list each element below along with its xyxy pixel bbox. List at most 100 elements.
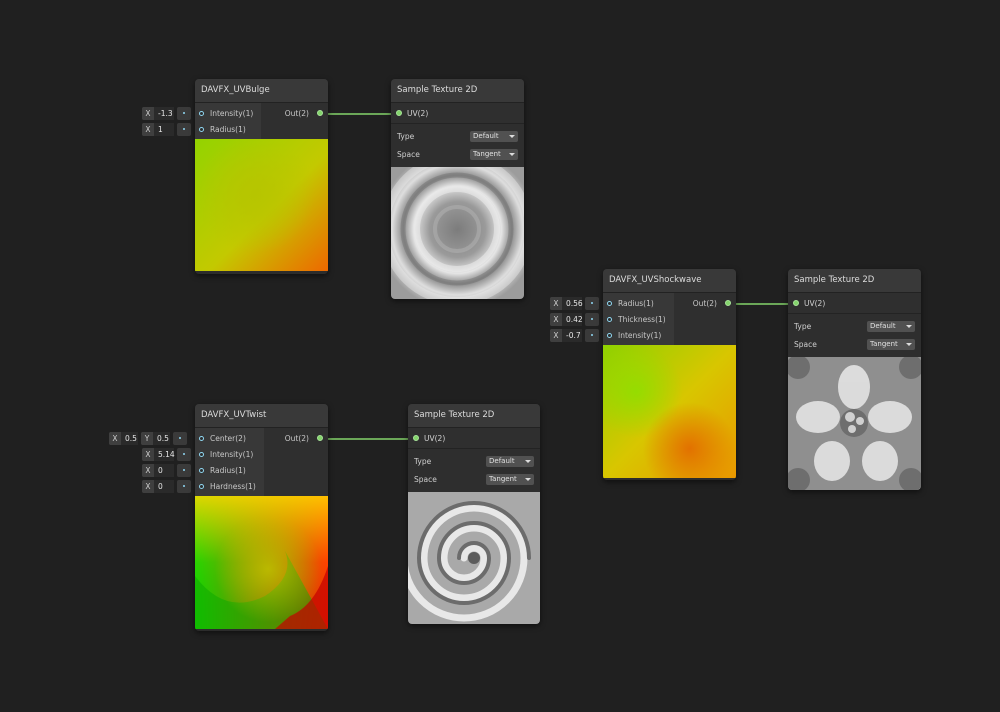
space-value: Tangent (870, 339, 898, 348)
node-title[interactable]: DAVFX_UVShockwave (603, 269, 736, 293)
twist-center-x-value[interactable]: 0.5 (121, 432, 138, 445)
port-label: Hardness(1) (210, 481, 256, 491)
type-dropdown[interactable]: Default (470, 130, 518, 142)
shader-graph-canvas[interactable]: X -1.3 X1 DAVFX_UVBulge Intensity(1) Radi… (0, 0, 1000, 712)
bulge-intensity-inline-input[interactable]: X -1.3 (142, 107, 191, 120)
port-hardness[interactable]: Hardness(1) (195, 478, 264, 494)
port-center[interactable]: Center(2) (195, 430, 264, 446)
type-dropdown[interactable]: Default (867, 320, 915, 332)
twist-center-inline-input[interactable]: X 0.5 Y 0.5 (109, 432, 187, 445)
port-intensity[interactable]: Intensity(1) (195, 105, 261, 121)
inline-connector-icon[interactable] (177, 448, 191, 461)
space-dropdown[interactable]: Tangent (470, 148, 518, 160)
twist-radius-inline-input[interactable]: X0 (142, 464, 191, 477)
uv-shockwave-node[interactable]: DAVFX_UVShockwave Radius(1) Thickness(1)… (603, 269, 736, 480)
texture-preview (408, 492, 540, 624)
port-label: Intensity(1) (210, 449, 254, 459)
axis-x-label: X (142, 107, 154, 120)
twist-hardness-inline-input[interactable]: X0 (142, 480, 191, 493)
twist-intensity-value[interactable]: 5.14 (154, 448, 175, 461)
port-label: Thickness(1) (618, 314, 666, 324)
inline-connector-icon[interactable] (585, 313, 599, 326)
type-value: Default (870, 321, 896, 330)
uv-bulge-node[interactable]: DAVFX_UVBulge Intensity(1) Radius(1) Out… (195, 79, 328, 274)
inline-connector-icon[interactable] (585, 297, 599, 310)
output-port-icon[interactable] (317, 110, 323, 116)
port-radius[interactable]: Radius(1) (195, 121, 261, 137)
uv-twist-node[interactable]: DAVFX_UVTwist Center(2) Intensity(1) Rad… (195, 404, 328, 631)
input-port-icon[interactable] (199, 483, 204, 489)
inline-connector-icon[interactable] (173, 432, 187, 445)
twist-radius-value[interactable]: 0 (154, 464, 174, 477)
shockwave-thickness-inline-input[interactable]: X 0.42 (550, 313, 599, 326)
shockwave-radius-value[interactable]: 0.56 (562, 297, 583, 310)
shockwave-radius-inline-input[interactable]: X 0.56 (550, 297, 599, 310)
inline-connector-icon[interactable] (177, 123, 191, 136)
axis-x-label: X (550, 329, 562, 342)
input-port-icon[interactable] (199, 467, 204, 473)
port-out[interactable]: Out(2) (264, 430, 328, 446)
output-port-icon[interactable] (725, 300, 731, 306)
space-label: Space (794, 339, 817, 349)
space-dropdown[interactable]: Tangent (867, 338, 915, 350)
output-port-icon[interactable] (317, 435, 323, 441)
bulge-intensity-value[interactable]: -1.3 (154, 107, 174, 120)
type-dropdown[interactable]: Default (486, 455, 534, 467)
inline-connector-icon[interactable] (585, 329, 599, 342)
port-uv[interactable]: UV(2) (408, 428, 540, 449)
axis-y-label: Y (141, 432, 153, 445)
input-port-icon[interactable] (199, 451, 204, 457)
twist-intensity-inline-input[interactable]: X 5.14 (142, 448, 191, 461)
type-label: Type (397, 131, 415, 141)
bulge-radius-inline-input[interactable]: X1 (142, 123, 191, 136)
node-title[interactable]: Sample Texture 2D (391, 79, 524, 103)
input-port-icon[interactable] (793, 300, 799, 306)
input-port-icon[interactable] (199, 110, 204, 116)
type-value: Default (489, 456, 515, 465)
space-dropdown[interactable]: Tangent (486, 473, 534, 485)
port-intensity[interactable]: Intensity(1) (195, 446, 264, 462)
node-title[interactable]: Sample Texture 2D (408, 404, 540, 428)
type-label: Type (794, 321, 812, 331)
inline-connector-icon[interactable] (177, 107, 191, 120)
sample-texture-2d-node[interactable]: Sample Texture 2D UV(2) Type Default Spac… (788, 269, 921, 490)
input-port-icon[interactable] (396, 110, 402, 116)
port-radius[interactable]: Radius(1) (603, 295, 674, 311)
bulge-radius-value[interactable]: 1 (154, 123, 174, 136)
chevron-down-icon (525, 477, 531, 481)
port-uv[interactable]: UV(2) (788, 293, 921, 314)
axis-x-label: X (550, 297, 562, 310)
port-label: Intensity(1) (210, 108, 254, 118)
port-out[interactable]: Out(2) (674, 295, 736, 311)
port-out[interactable]: Out(2) (261, 105, 328, 121)
sample-texture-2d-node[interactable]: Sample Texture 2D UV(2) Type Default Spac… (391, 79, 524, 299)
input-port-icon[interactable] (199, 435, 204, 441)
chevron-down-icon (525, 459, 531, 463)
port-radius[interactable]: Radius(1) (195, 462, 264, 478)
type-value: Default (473, 131, 499, 140)
shockwave-intensity-inline-input[interactable]: X -0.7 (550, 329, 599, 342)
input-port-icon[interactable] (413, 435, 419, 441)
port-thickness[interactable]: Thickness(1) (603, 311, 674, 327)
input-port-icon[interactable] (607, 332, 612, 338)
axis-x-label: X (550, 313, 562, 326)
shockwave-intensity-value[interactable]: -0.7 (562, 329, 582, 342)
twist-center-y-value[interactable]: 0.5 (153, 432, 170, 445)
inline-connector-icon[interactable] (177, 464, 191, 477)
input-port-icon[interactable] (607, 300, 612, 306)
node-title[interactable]: DAVFX_UVBulge (195, 79, 328, 103)
twist-hardness-value[interactable]: 0 (154, 480, 174, 493)
node-title[interactable]: DAVFX_UVTwist (195, 404, 328, 428)
port-label: UV(2) (424, 433, 446, 443)
sample-texture-2d-node[interactable]: Sample Texture 2D UV(2) Type Default Spac… (408, 404, 540, 624)
axis-x-label: X (142, 123, 154, 136)
port-intensity[interactable]: Intensity(1) (603, 327, 674, 343)
node-title[interactable]: Sample Texture 2D (788, 269, 921, 293)
input-port-icon[interactable] (607, 316, 612, 322)
inline-connector-icon[interactable] (177, 480, 191, 493)
port-label: Out(2) (284, 108, 309, 118)
shockwave-thickness-value[interactable]: 0.42 (562, 313, 583, 326)
chevron-down-icon (906, 324, 912, 328)
input-port-icon[interactable] (199, 126, 204, 132)
port-uv[interactable]: UV(2) (391, 103, 524, 124)
